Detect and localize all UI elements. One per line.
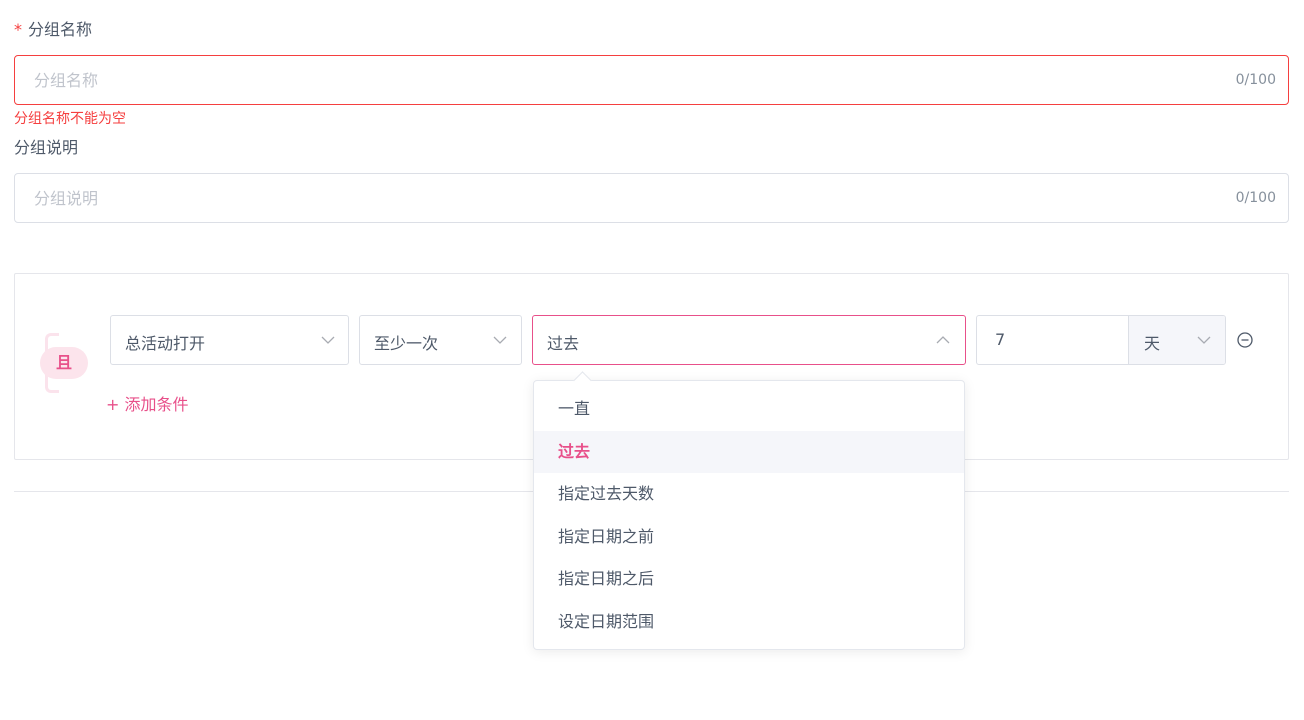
group-name-input[interactable] bbox=[15, 56, 1214, 104]
dropdown-option-selected[interactable]: 过去 bbox=[534, 430, 964, 473]
time-range-select-value: 过去 bbox=[547, 334, 580, 353]
group-desc-counter: 0/100 bbox=[1235, 190, 1276, 206]
days-number-field: 7 天 bbox=[976, 315, 1226, 365]
dropdown-option[interactable]: 设定日期范围 bbox=[534, 601, 964, 644]
frequency-select[interactable]: 至少一次 bbox=[359, 315, 522, 365]
chevron-down-icon bbox=[321, 336, 335, 344]
unit-select[interactable]: 天 bbox=[1128, 316, 1225, 364]
dropdown-option[interactable]: 一直 bbox=[534, 388, 964, 431]
frequency-select-value: 至少一次 bbox=[374, 334, 439, 353]
group-name-label-text: 分组名称 bbox=[28, 20, 93, 39]
required-mark: * bbox=[14, 20, 22, 39]
add-condition-button[interactable]: + 添加条件 bbox=[106, 391, 189, 415]
days-number-input[interactable]: 7 bbox=[995, 330, 1005, 349]
group-desc-input[interactable] bbox=[15, 174, 1214, 222]
group-desc-label: 分组说明 bbox=[14, 138, 79, 157]
event-select[interactable]: 总活动打开 bbox=[110, 315, 349, 365]
segment-form-page: *分组名称 0/100 分组名称不能为空 分组说明 0/100 且 总活动打开 … bbox=[0, 0, 1304, 720]
minus-circle-icon[interactable] bbox=[1236, 331, 1254, 349]
chevron-up-icon bbox=[936, 336, 950, 344]
group-desc-field: 0/100 bbox=[14, 173, 1289, 223]
group-name-counter: 0/100 bbox=[1235, 72, 1276, 88]
chevron-down-icon bbox=[1197, 336, 1211, 344]
group-name-error: 分组名称不能为空 bbox=[14, 111, 126, 127]
group-name-field: 0/100 bbox=[14, 55, 1289, 105]
time-range-dropdown: 一直 过去 指定过去天数 指定日期之前 指定日期之后 设定日期范围 bbox=[533, 371, 965, 650]
dropdown-option[interactable]: 指定日期之后 bbox=[534, 558, 964, 601]
event-select-value: 总活动打开 bbox=[125, 334, 206, 353]
dropdown-option[interactable]: 指定过去天数 bbox=[534, 473, 964, 516]
unit-select-value: 天 bbox=[1144, 334, 1161, 353]
time-range-select[interactable]: 过去 bbox=[532, 315, 966, 365]
logic-and-badge[interactable]: 且 bbox=[40, 347, 88, 379]
group-name-label: * 分组名称 bbox=[14, 16, 92, 40]
chevron-down-icon bbox=[493, 336, 507, 344]
dropdown-option[interactable]: 指定日期之前 bbox=[534, 516, 964, 559]
